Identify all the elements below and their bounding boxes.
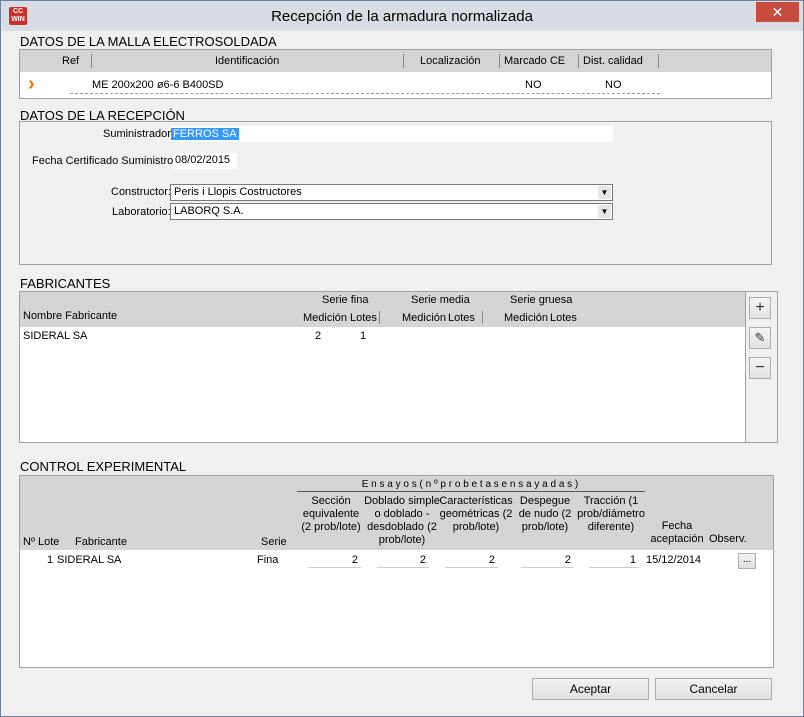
suministrador-label: Suministrador:: [103, 128, 174, 140]
col-despegue: Despegue de nudo (2 prob/lote): [518, 495, 572, 533]
cell-fecha: 15/12/2014: [646, 554, 702, 566]
malla-grid: Ref Identificación Localización Marcado …: [19, 49, 772, 99]
col-ref: Ref: [62, 55, 80, 67]
col-doblado: Doblado simple o doblado -desdoblado (2 …: [364, 495, 440, 546]
fabricantes-section-title: FABRICANTES: [20, 276, 111, 291]
table-row[interactable]: › ME 200x200 ø6-6 B400SD NO NO: [20, 72, 771, 98]
col-separator: [658, 54, 659, 68]
constructor-select[interactable]: Peris i Llopis Costructores ▼: [170, 184, 613, 201]
col-localizacion: Localización: [420, 55, 481, 67]
cell-identificacion: ME 200x200 ø6-6 B400SD: [92, 79, 224, 91]
laboratorio-value: LABORQ S.A.: [174, 205, 244, 217]
col-media-lotes: Lotes: [448, 312, 475, 324]
laboratorio-select[interactable]: LABORQ S.A. ▼: [170, 203, 613, 220]
traccion-input[interactable]: 1: [589, 552, 639, 568]
constructor-value: Peris i Llopis Costructores: [174, 186, 302, 198]
caract-input[interactable]: 2: [445, 552, 498, 568]
col-fecha: Fecha aceptación: [650, 520, 704, 545]
col-caract: Características geométricas (2 prob/lote…: [439, 495, 513, 533]
cell-fina-lotes: 1: [360, 330, 367, 342]
cell-nombre: SIDERAL SA: [23, 330, 88, 342]
col-gruesa-medicion: Medición: [504, 312, 549, 324]
col-serie-gruesa: Serie gruesa: [510, 294, 573, 306]
fabricantes-grid: Nombre Fabricante Serie fina Serie media…: [19, 291, 746, 443]
fabricantes-grid-header: Nombre Fabricante Serie fina Serie media…: [20, 292, 745, 327]
cell-serie: Fina: [257, 554, 279, 566]
suministrador-field[interactable]: FERROS SA: [171, 126, 613, 142]
window-title: Recepción de la armadura normalizada: [271, 8, 533, 25]
col-nombre-fabricante: Nombre Fabricante: [23, 310, 118, 322]
accept-button[interactable]: Aceptar: [532, 678, 649, 700]
col-separator: [379, 311, 380, 324]
col-seccion: Sección equivalente (2 prob/lote): [301, 495, 361, 533]
col-lote: Nº Lote: [23, 536, 60, 548]
seccion-input[interactable]: 2: [308, 552, 361, 568]
dropdown-arrow-icon[interactable]: ▼: [598, 205, 611, 218]
col-separator: [578, 54, 579, 68]
table-row[interactable]: 1 SIDERAL SA Fina 2 2 2 2 1 15/12/2014 .…: [20, 550, 773, 570]
row-selector-icon: ›: [28, 73, 35, 95]
edit-fabricante-button[interactable]: ✎: [749, 327, 771, 349]
ensayos-header: E n s a y o s ( n º p r o b e t a s e n …: [361, 479, 579, 490]
cancel-button[interactable]: Cancelar: [655, 678, 772, 700]
col-media-medicion: Medición: [402, 312, 447, 324]
observ-button[interactable]: ...: [738, 553, 756, 569]
col-gruesa-lotes: Lotes: [550, 312, 577, 324]
dropdown-arrow-icon[interactable]: ▼: [598, 186, 611, 199]
col-fina-lotes: Lotes: [350, 312, 377, 324]
cell-fabricante: SIDERAL SA: [57, 554, 122, 566]
close-button[interactable]: ✕: [756, 2, 799, 22]
cell-dist-calidad: NO: [605, 79, 622, 91]
remove-fabricante-button[interactable]: −: [749, 357, 771, 379]
dialog-window: CC WIN Recepción de la armadura normaliz…: [0, 0, 804, 717]
col-serie-media: Serie media: [411, 294, 470, 306]
ensayos-underline: [297, 491, 645, 492]
despegue-input[interactable]: 2: [521, 552, 574, 568]
laboratorio-label: Laboratorio:: [112, 206, 171, 218]
col-separator: [91, 54, 92, 68]
col-identificacion: Identificación: [215, 55, 280, 67]
control-grid: E n s a y o s ( n º p r o b e t a s e n …: [19, 475, 774, 668]
suministrador-value: FERROS SA: [171, 128, 239, 140]
fecha-label: Fecha Certificado Suministro:: [32, 155, 177, 167]
fecha-field[interactable]: 08/02/2015: [173, 153, 237, 169]
add-fabricante-button[interactable]: +: [749, 297, 771, 319]
title-bar: CC WIN Recepción de la armadura normaliz…: [1, 1, 803, 31]
col-serie: Serie: [261, 536, 287, 548]
col-dist-calidad: Dist. calidad: [583, 55, 643, 67]
control-grid-header: E n s a y o s ( n º p r o b e t a s e n …: [20, 476, 773, 550]
col-separator: [499, 54, 500, 68]
table-row[interactable]: SIDERAL SA 2 1: [20, 327, 745, 347]
col-separator: [403, 54, 404, 68]
fecha-value: 08/02/2015: [175, 154, 231, 166]
col-serie-fina: Serie fina: [322, 294, 369, 306]
col-traccion: Tracción (1 prob/diámetro diferente): [577, 495, 645, 533]
doblado-input[interactable]: 2: [377, 552, 429, 568]
cell-lote: 1: [47, 554, 54, 566]
col-observ: Observ.: [709, 533, 747, 545]
malla-section-title: DATOS DE LA MALLA ELECTROSOLDADA: [20, 34, 277, 49]
row-divider: [70, 93, 660, 94]
col-marcado-ce: Marcado CE: [504, 55, 566, 67]
col-fabricante: Fabricante: [75, 536, 127, 548]
cell-fina-medicion: 2: [315, 330, 322, 342]
malla-grid-header: Ref Identificación Localización Marcado …: [20, 50, 771, 72]
constructor-label: Constructor:: [111, 186, 171, 198]
cell-marcado-ce: NO: [525, 79, 542, 91]
col-fina-medicion: Medición: [303, 312, 348, 324]
control-section-title: CONTROL EXPERIMENTAL: [20, 459, 187, 474]
col-separator: [482, 311, 483, 324]
